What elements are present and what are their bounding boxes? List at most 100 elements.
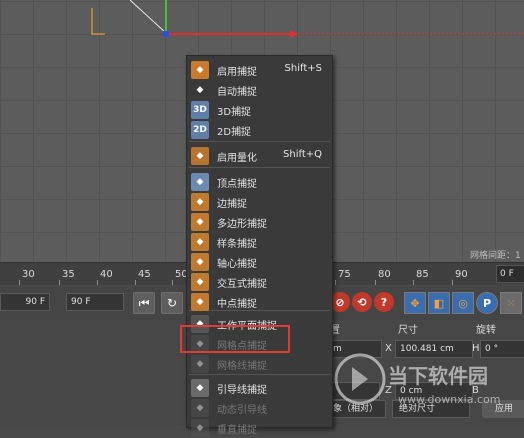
menu-item-polygon-snap[interactable]: ◆ 多边形捕捉: [187, 212, 332, 232]
timeline-tick-label: 85: [416, 269, 429, 280]
menu-separator: [189, 167, 330, 168]
goto-start-icon: ⏮: [138, 295, 150, 310]
menu-item-axis-snap[interactable]: ◆ 轴心捕捉: [187, 252, 332, 272]
key-icon: ⊘: [335, 295, 345, 309]
menu-item-label: 轴心捕捉: [217, 259, 257, 270]
timeline-tick-mark: [135, 280, 136, 285]
menu-item-label: 网格线捕捉: [217, 361, 267, 372]
menu-item-3d-snap[interactable]: 3D 3D捕捉: [187, 100, 332, 120]
menu-item-label: 样条捕捉: [217, 239, 257, 250]
menu-item-shortcut: Shift+Q: [283, 149, 322, 160]
menu-separator: [189, 374, 330, 375]
menu-item-label: 顶点捕捉: [217, 179, 257, 190]
menu-item-label: 交互式捕捉: [217, 279, 267, 290]
menu-item-label: 3D捕捉: [217, 107, 252, 118]
grid-dots-icon: ⁙: [506, 296, 516, 310]
spline-snap-icon: ◆: [191, 233, 209, 251]
menu-item-quantize[interactable]: ◆ 启用量化 Shift+Q: [187, 146, 332, 166]
grid-spacing-label: 网格间距：1: [470, 251, 521, 261]
magnet-icon: ◆: [191, 61, 209, 79]
keyframe-help-button[interactable]: ?: [374, 292, 394, 312]
question-icon: ?: [380, 295, 388, 309]
menu-item-grid-line-snap: ◆ 网格线捕捉: [187, 354, 332, 374]
menu-item-perpendicular-snap: ◆ 垂直捕捉: [187, 418, 332, 438]
timeline-tick-mark: [19, 280, 20, 285]
menu-item-2d-snap[interactable]: 2D 2D捕捉: [187, 120, 332, 140]
record-key-button[interactable]: ⊘: [330, 292, 350, 312]
preview-start-field[interactable]: 90 F: [0, 293, 50, 311]
param-icon: P: [482, 296, 492, 310]
loop-icon: ↻: [166, 296, 178, 310]
rotation-header: 旋转: [476, 325, 496, 336]
menu-item-label: 启用量化: [217, 153, 257, 164]
menu-item-dynamic-guide: ◆ 动态引导线: [187, 398, 332, 418]
timeline-tick-label: 90: [455, 269, 468, 280]
menu-item-shortcut: Shift+S: [284, 63, 322, 74]
grid-line-snap-icon: ◆: [191, 355, 209, 373]
menu-item-magnet[interactable]: ◆ 启用捕捉 Shift+S: [187, 60, 332, 80]
rotate-icon: ◎: [458, 296, 468, 310]
timeline-tick-label: 45: [138, 269, 151, 280]
perpendicular-snap-icon: ◆: [191, 419, 209, 437]
move-icon: ✥: [410, 296, 420, 310]
guide-snap-icon: ◆: [191, 379, 209, 397]
menu-item-guide-snap[interactable]: ◆ 引导线捕捉: [187, 378, 332, 398]
menu-item-spline-snap[interactable]: ◆ 样条捕捉: [187, 232, 332, 252]
point-level-button[interactable]: ⁙: [500, 292, 522, 314]
move-key-button[interactable]: ✥: [404, 292, 426, 314]
cube-icon: ◧: [433, 296, 445, 310]
timeline-tick-mark: [413, 280, 414, 285]
size-header: 尺寸: [398, 325, 418, 336]
3d-snap-icon: 3D: [191, 101, 209, 119]
timeline-tick-mark: [452, 280, 453, 285]
axis-snap-icon: ◆: [191, 253, 209, 271]
watermark-title: 当下软件园: [388, 364, 488, 388]
preview-end-field[interactable]: 90 F: [66, 293, 124, 311]
quantize-icon: ◆: [191, 147, 209, 165]
timeline-tick-label: 30: [22, 269, 35, 280]
menu-item-label: 中点捕捉: [217, 299, 257, 310]
vertex-snap-icon: ◆: [191, 173, 209, 191]
2d-snap-icon: 2D: [191, 121, 209, 139]
watermark-logo: 当下软件园 www.downxia.com: [334, 353, 500, 406]
dynamic-guide-icon: ◆: [191, 399, 209, 417]
menu-item-interactive-snap[interactable]: ◆ 交互式捕捉: [187, 272, 332, 292]
goto-start-button[interactable]: ⏮: [133, 292, 155, 314]
timeline-tick-label: 75: [338, 269, 351, 280]
auto-snap-icon: ◆: [191, 81, 209, 99]
menu-item-label: 垂直捕捉: [217, 425, 257, 436]
menu-item-label: 边捕捉: [217, 199, 247, 210]
scale-key-button[interactable]: ◧: [428, 292, 450, 314]
menu-item-auto-snap[interactable]: ◆ 自动捕捉: [187, 80, 332, 100]
snap-dropdown-menu: ◆ 启用捕捉 Shift+S ◆ 自动捕捉 3D 3D捕捉 2D 2D捕捉 ◆ 启用量化 Shift+…: [186, 55, 333, 437]
interactive-snap-icon: ◆: [191, 273, 209, 291]
timeline-tick-label: 40: [100, 269, 113, 280]
menu-item-label: 引导线捕捉: [217, 385, 267, 396]
timeline-tick-mark: [375, 280, 376, 285]
highlight-annotation: [180, 325, 290, 353]
menu-separator: [189, 141, 330, 142]
menu-item-label: 动态引导线: [217, 405, 267, 416]
auto-key-button[interactable]: ⟲: [352, 292, 372, 312]
midpoint-snap-icon: ◆: [191, 293, 209, 311]
timeline-tick-mark: [59, 280, 60, 285]
menu-item-label: 启用捕捉: [217, 67, 257, 78]
menu-item-midpoint-snap[interactable]: ◆ 中点捕捉: [187, 292, 332, 312]
menu-item-edge-snap[interactable]: ◆ 边捕捉: [187, 192, 332, 212]
menu-item-label: 2D捕捉: [217, 127, 252, 138]
menu-item-label: 自动捕捉: [217, 87, 257, 98]
menu-item-vertex-snap[interactable]: ◆ 顶点捕捉: [187, 172, 332, 192]
timeline-tick-mark: [97, 280, 98, 285]
current-frame-field[interactable]: 0 F: [496, 265, 524, 283]
param-key-button[interactable]: P: [476, 292, 498, 314]
watermark-url: www.downxia.com: [398, 393, 500, 406]
timeline-tick-mark: [172, 280, 173, 285]
autokey-icon: ⟲: [357, 295, 367, 309]
edge-snap-icon: ◆: [191, 193, 209, 211]
timeline-tick-label: 35: [62, 269, 75, 280]
timeline-tick-mark: [335, 280, 336, 285]
rotate-key-button[interactable]: ◎: [452, 292, 474, 314]
menu-item-label: 多边形捕捉: [217, 219, 267, 230]
polygon-snap-icon: ◆: [191, 213, 209, 231]
loop-button[interactable]: ↻: [161, 292, 183, 314]
